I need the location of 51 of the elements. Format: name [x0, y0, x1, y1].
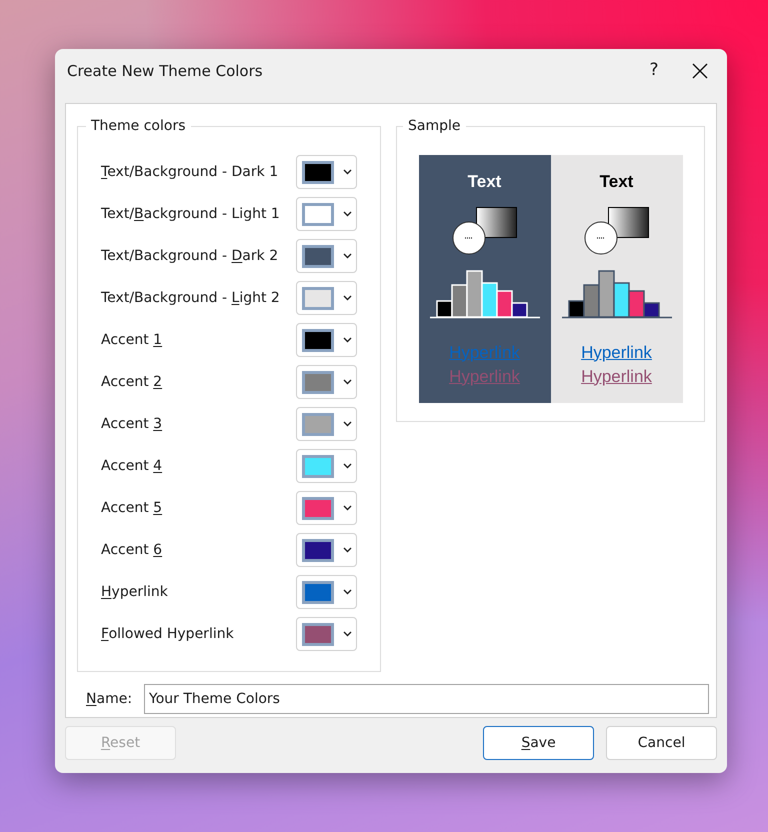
- color-label: Accent 5: [101, 498, 162, 518]
- chevron-down-icon: [343, 169, 352, 175]
- color-label: Accent 3: [101, 414, 162, 434]
- color-label: Text/Background - Light 2: [101, 288, 280, 308]
- color-label: Accent 2: [101, 372, 162, 392]
- color-label: Accent 4: [101, 456, 162, 476]
- close-icon: [692, 63, 708, 79]
- color-label: Accent 1: [101, 330, 162, 350]
- color-picker[interactable]: [296, 575, 357, 609]
- color-label: Text/Background - Dark 1: [101, 162, 278, 182]
- hyperlink[interactable]: Hyperlink: [581, 340, 652, 364]
- color-label: Text/Background - Dark 2: [101, 246, 278, 266]
- chevron-down-icon: [343, 211, 352, 217]
- help-button[interactable]: ?: [631, 51, 677, 91]
- color-label: Accent 6: [101, 540, 162, 560]
- color-label: Followed Hyperlink: [101, 624, 234, 644]
- color-picker[interactable]: [296, 197, 357, 231]
- bar-chart-icon: [562, 268, 672, 318]
- color-picker[interactable]: [296, 449, 357, 483]
- color-picker[interactable]: [296, 491, 357, 525]
- color-label: Text/Background - Light 1: [101, 204, 280, 224]
- color-picker[interactable]: [296, 281, 357, 315]
- chevron-down-icon: [343, 379, 352, 385]
- name-field[interactable]: Your Theme Colors: [144, 684, 709, 714]
- shape-drawing: [584, 206, 650, 254]
- sample-text: Text: [468, 171, 502, 193]
- color-picker[interactable]: [296, 365, 357, 399]
- color-picker[interactable]: [296, 533, 357, 567]
- save-button[interactable]: Save: [483, 726, 594, 760]
- chevron-down-icon: [343, 547, 352, 553]
- cancel-button[interactable]: Cancel: [606, 726, 717, 760]
- chevron-down-icon: [343, 505, 352, 511]
- chevron-down-icon: [343, 589, 352, 595]
- name-label: Name:: [86, 690, 132, 708]
- sample-text: Text: [600, 171, 634, 193]
- window-title: Create New Theme Colors: [67, 60, 264, 82]
- followed-hyperlink[interactable]: Hyperlink: [581, 364, 652, 388]
- color-picker[interactable]: [296, 323, 357, 357]
- chevron-down-icon: [343, 253, 352, 259]
- color-picker[interactable]: [296, 239, 357, 273]
- chevron-down-icon: [343, 295, 352, 301]
- chevron-down-icon: [343, 337, 352, 343]
- chevron-down-icon: [343, 631, 352, 637]
- color-picker[interactable]: [296, 155, 357, 189]
- chevron-down-icon: [343, 463, 352, 469]
- shape-drawing: [452, 206, 518, 254]
- chevron-down-icon: [343, 421, 352, 427]
- color-picker[interactable]: [296, 407, 357, 441]
- color-label: Hyperlink: [101, 582, 168, 602]
- color-picker[interactable]: [296, 617, 357, 651]
- bar-chart-icon: [430, 268, 540, 318]
